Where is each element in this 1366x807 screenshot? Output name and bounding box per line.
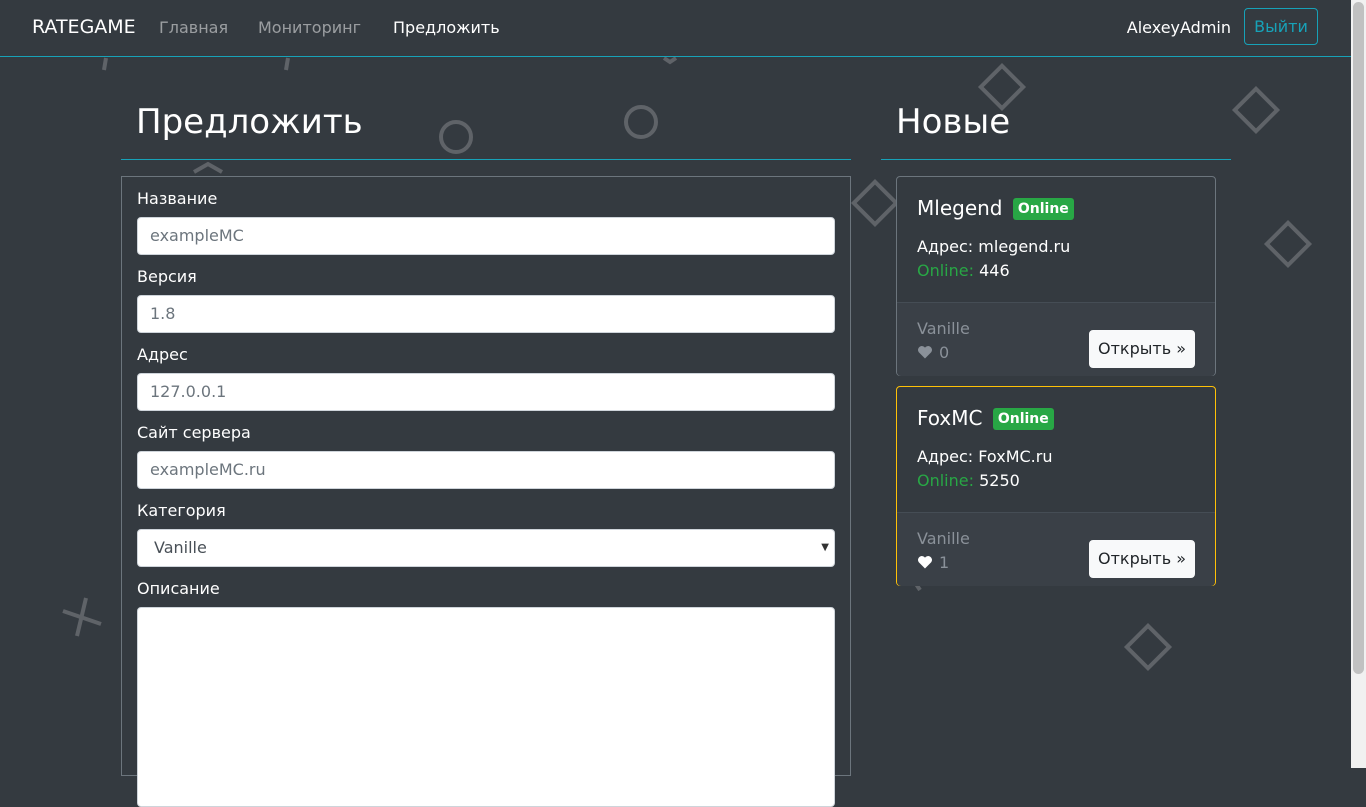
description-textarea[interactable] (137, 607, 835, 807)
description-label: Описание (137, 579, 220, 598)
server-card-footer: Vanille 1 Открыть » (897, 512, 1215, 586)
suggest-heading: Предложить (136, 102, 363, 142)
likes-count: 0 (939, 343, 950, 362)
open-server-button[interactable]: Открыть » (1089, 540, 1195, 578)
server-address: Адрес: mlegend.ru (917, 237, 1070, 256)
server-category: Vanille (917, 319, 970, 338)
brand-logo[interactable]: RATEGAME (32, 16, 136, 38)
server-card: FoxMC Online Адрес: FoxMC.ru Online: 525… (896, 386, 1216, 586)
likes-count: 1 (939, 553, 950, 572)
suggest-form: Название exampleMC Версия 1.8 Адрес 127.… (121, 176, 851, 807)
server-name: Mlegend (917, 196, 1003, 220)
server-online: Online: 5250 (917, 471, 1020, 490)
server-likes: 0 (917, 343, 949, 362)
username: AlexeyAdmin (1126, 18, 1231, 37)
status-badge: Online (992, 408, 1054, 430)
address-label: Адрес: (917, 447, 974, 466)
category-label: Категория (137, 501, 226, 520)
server-likes: 1 (917, 553, 949, 572)
scrollbar-thumb[interactable] (1353, 2, 1364, 674)
status-badge: Online (1012, 198, 1074, 220)
nav-link-suggest[interactable]: Предложить (393, 18, 500, 37)
server-card-title: FoxMC Online (917, 406, 1054, 430)
online-label: Online: (917, 261, 974, 280)
server-card-footer: Vanille 0 Открыть » (897, 302, 1215, 376)
server-category: Vanille (917, 529, 970, 548)
site-input[interactable]: exampleMC.ru (137, 451, 835, 489)
navbar: RATEGAME Главная Мониторинг Предложить A… (0, 0, 1351, 57)
new-servers-heading: Новые (896, 102, 1011, 142)
version-label: Версия (137, 267, 197, 286)
address-input[interactable]: 127.0.0.1 (137, 373, 835, 411)
name-label: Название (137, 189, 218, 208)
online-count: 5250 (979, 471, 1020, 490)
heart-icon[interactable] (917, 554, 933, 570)
address-label: Адрес (137, 345, 188, 364)
page-scrollbar[interactable] (1351, 0, 1366, 768)
select-caret-icon: ▼ (821, 542, 829, 553)
server-name: FoxMC (917, 406, 983, 430)
suggest-heading-divider (121, 159, 851, 160)
name-input[interactable]: exampleMC (137, 217, 835, 255)
logout-button[interactable]: Выйти (1244, 8, 1318, 45)
version-input[interactable]: 1.8 (137, 295, 835, 333)
new-servers-heading-divider (881, 159, 1231, 160)
site-label: Сайт сервера (137, 423, 251, 442)
address-value: FoxMC.ru (978, 447, 1053, 466)
address-value: mlegend.ru (978, 237, 1071, 256)
server-address: Адрес: FoxMC.ru (917, 447, 1052, 466)
heart-icon[interactable] (917, 344, 933, 360)
online-count: 446 (979, 261, 1010, 280)
server-online: Online: 446 (917, 261, 1010, 280)
server-card: Mlegend Online Адрес: mlegend.ru Online:… (896, 176, 1216, 376)
category-select[interactable]: Vanille ▼ (137, 529, 835, 567)
open-server-button[interactable]: Открыть » (1089, 330, 1195, 368)
online-label: Online: (917, 471, 974, 490)
category-select-value: Vanille (154, 538, 207, 557)
address-label: Адрес: (917, 237, 974, 256)
nav-link-monitoring[interactable]: Мониторинг (258, 18, 361, 37)
nav-link-home[interactable]: Главная (159, 18, 228, 37)
server-card-title: Mlegend Online (917, 196, 1074, 220)
